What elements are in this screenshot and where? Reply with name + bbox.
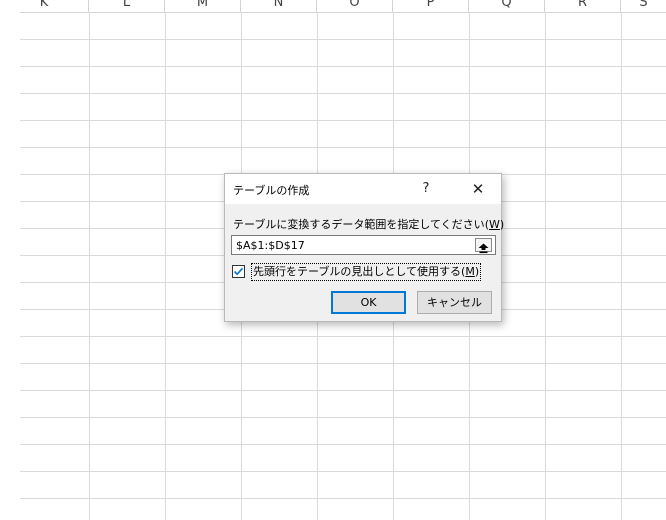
grid-hline	[20, 66, 666, 67]
grid-hline	[20, 417, 666, 418]
column-header-s[interactable]: S	[621, 0, 666, 12]
range-prompt-label: テーブルに変換するデータ範囲を指定してください(W)	[233, 218, 505, 231]
grid-hline	[20, 39, 666, 40]
range-prompt-text: テーブルに変換するデータ範囲を指定してください	[233, 218, 485, 231]
header-row-label[interactable]: 先頭行をテーブルの見出しとして使用する(M)	[251, 263, 482, 281]
grid-hline	[20, 363, 666, 364]
grid-hline	[20, 147, 666, 148]
range-prompt-accelerator: W	[488, 218, 500, 231]
create-table-dialog: テーブルの作成 ? ✕ テーブルに変換するデータ範囲を指定してください(W) 先…	[224, 173, 505, 322]
checkmark-icon	[233, 267, 244, 276]
header-row-label-text: 先頭行をテーブルの見出しとして使用する	[253, 265, 462, 278]
dialog-titlebar[interactable]: テーブルの作成 ? ✕	[225, 174, 501, 204]
cancel-button[interactable]: キャンセル	[417, 291, 492, 314]
grid-hline	[20, 471, 666, 472]
close-button[interactable]: ✕	[465, 178, 491, 200]
header-row-accelerator: M	[465, 265, 475, 278]
grid-hline	[20, 93, 666, 94]
grid-hline	[20, 390, 666, 391]
collapse-dialog-button[interactable]	[475, 238, 492, 254]
help-button[interactable]: ?	[413, 178, 439, 200]
grid-hline	[20, 120, 666, 121]
column-header-l[interactable]: L	[89, 0, 165, 12]
grid-hline	[20, 444, 666, 445]
grid-hline	[20, 498, 666, 499]
upload-arrow-icon	[478, 243, 489, 254]
dialog-title: テーブルの作成	[233, 184, 310, 197]
grid-hline	[20, 336, 666, 337]
column-header-o[interactable]: O	[317, 0, 393, 12]
column-header-r[interactable]: R	[545, 0, 621, 12]
ok-button[interactable]: OK	[331, 291, 406, 314]
column-header-k[interactable]: K	[0, 0, 89, 12]
range-field	[231, 235, 496, 255]
range-input[interactable]	[234, 237, 472, 253]
column-header-p[interactable]: P	[393, 0, 469, 12]
column-header-row: K L M N O P Q R S	[20, 0, 666, 13]
column-header-n[interactable]: N	[241, 0, 317, 12]
column-header-q[interactable]: Q	[469, 0, 545, 12]
header-row-checkbox[interactable]	[232, 265, 245, 278]
column-header-m[interactable]: M	[165, 0, 241, 12]
